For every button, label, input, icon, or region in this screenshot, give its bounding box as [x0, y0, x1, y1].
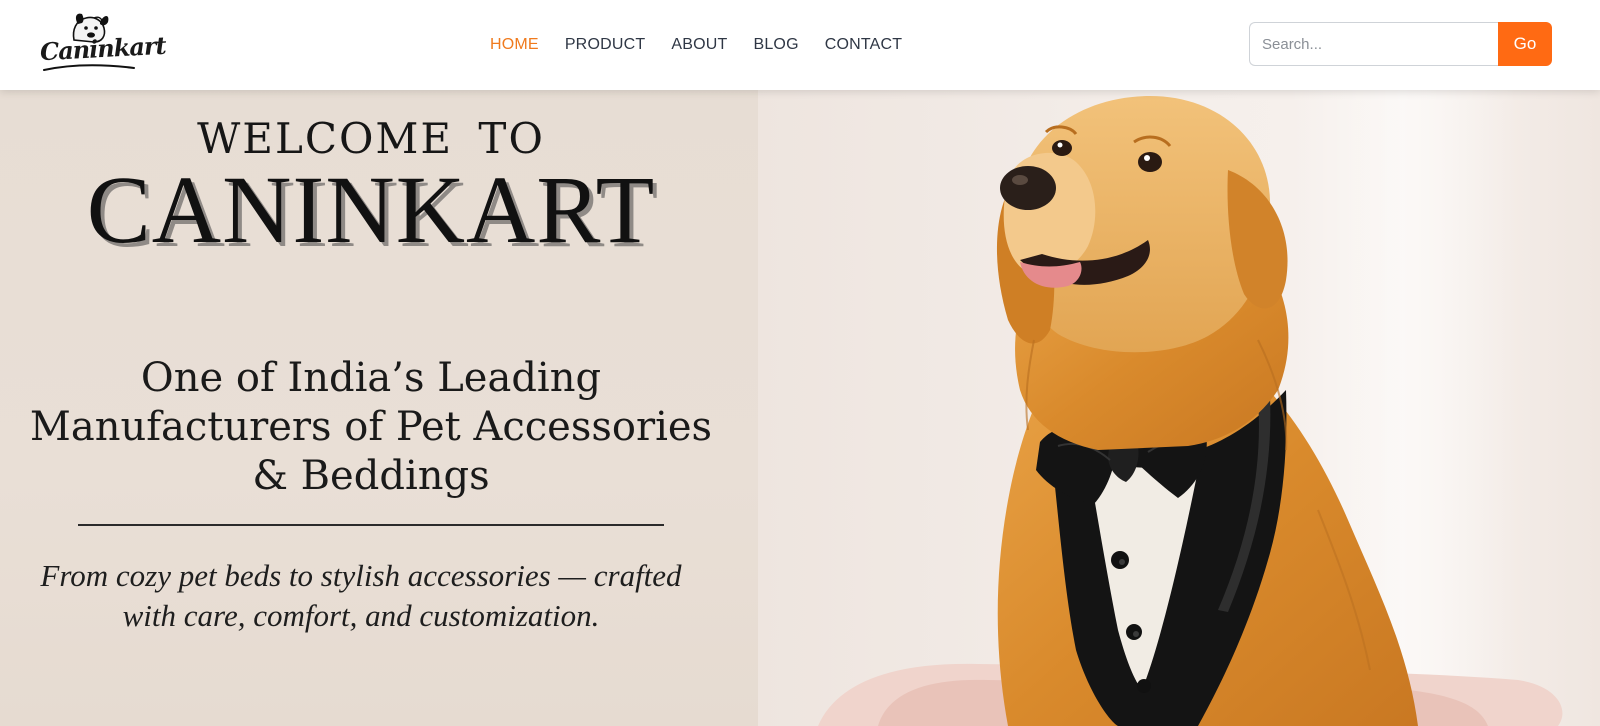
- search-form: Go: [1249, 22, 1552, 66]
- search-go-button[interactable]: Go: [1498, 22, 1552, 66]
- hero-brand-title: CANINKART: [86, 156, 656, 263]
- hero-banner: WELCOME TO CANINKART One of India’s Lead…: [0, 90, 1600, 726]
- nav-item-product[interactable]: PRODUCT: [565, 36, 646, 54]
- logo-underline-swoosh: [43, 64, 135, 71]
- hero-text-panel: WELCOME TO CANINKART One of India’s Lead…: [0, 90, 758, 726]
- hero-dog-photo: [758, 90, 1600, 726]
- hero-tagline: One of India’s Leading Manufacturers of …: [29, 355, 713, 499]
- site-header: Caninkart HOME PRODUCT ABOUT BLOG CONTAC…: [0, 0, 1600, 90]
- hero-subtext: From cozy pet beds to stylish accessorie…: [40, 558, 682, 633]
- golden-retriever-tuxedo-illustration: [818, 90, 1563, 726]
- nav-item-about[interactable]: ABOUT: [671, 36, 727, 54]
- main-nav: HOME PRODUCT ABOUT BLOG CONTACT: [490, 0, 902, 90]
- nav-item-blog[interactable]: BLOG: [753, 36, 798, 54]
- nav-item-home[interactable]: HOME: [490, 36, 539, 54]
- hero-divider: [78, 524, 664, 526]
- nav-item-contact[interactable]: CONTACT: [825, 36, 903, 54]
- logo-wordmark: Caninkart: [39, 30, 167, 67]
- caninkart-logo[interactable]: Caninkart: [38, 10, 166, 76]
- search-input[interactable]: [1249, 22, 1498, 66]
